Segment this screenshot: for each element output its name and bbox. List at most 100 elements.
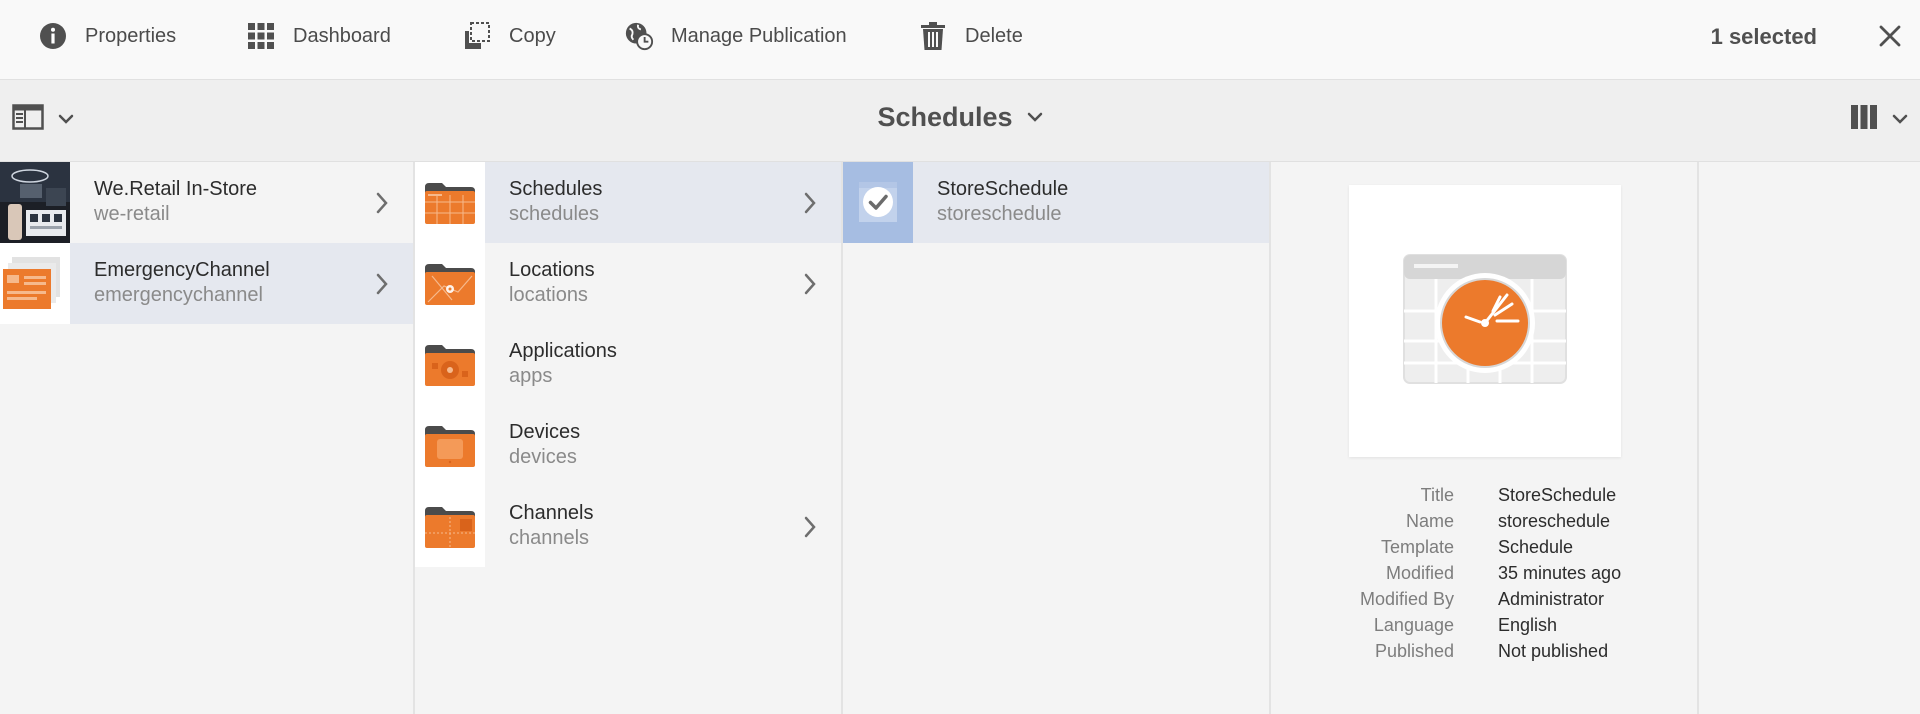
metadata-value: English	[1498, 615, 1558, 635]
list-item[interactable]: Devices devices	[415, 405, 841, 486]
copy-button[interactable]: Copy	[462, 16, 556, 56]
item-title: StoreSchedule	[937, 178, 1069, 200]
delete-label: Delete	[965, 24, 1023, 47]
metadata-value: StoreSchedule	[1498, 485, 1617, 505]
locations-folder-icon	[415, 243, 485, 324]
chevron-right-icon[interactable]	[801, 270, 819, 298]
metadata-key: Published	[1374, 641, 1454, 661]
project-thumbnail	[0, 243, 70, 324]
properties-button[interactable]: Properties	[38, 16, 176, 56]
item-title: Schedules	[509, 178, 603, 200]
close-icon	[1878, 24, 1902, 53]
manage-publication-button[interactable]: Manage Publication	[624, 16, 847, 56]
list-item[interactable]: Schedules schedules	[415, 162, 841, 243]
schedule-icon	[1403, 254, 1567, 384]
item-name: locations	[509, 284, 588, 306]
empty-column	[1699, 162, 1920, 714]
globe-clock-icon	[624, 21, 654, 51]
selection-count: 1 selected	[1710, 24, 1817, 49]
title-area: Schedules	[0, 102, 1920, 133]
projects-column: We.Retail In-Store we-retail EmergencyCh…	[0, 162, 415, 714]
chevron-right-icon[interactable]	[373, 270, 391, 298]
metadata-key: Name	[1405, 511, 1454, 531]
metadata-key: Template	[1380, 537, 1454, 557]
copy-icon	[462, 21, 492, 51]
grid-icon	[246, 21, 276, 51]
metadata-value: Schedule	[1498, 537, 1574, 557]
metadata-key: Modified By	[1359, 589, 1454, 609]
delete-button[interactable]: Delete	[918, 16, 1023, 56]
metadata-value: 35 minutes ago	[1498, 563, 1622, 583]
channels-folder-icon	[415, 486, 485, 567]
metadata-value: Not published	[1498, 641, 1609, 661]
item-title: EmergencyChannel	[94, 259, 270, 281]
title-bar: Schedules	[0, 80, 1920, 162]
item-title: We.Retail In-Store	[94, 178, 258, 200]
trash-icon	[918, 21, 948, 51]
item-name: channels	[509, 527, 590, 549]
chevron-down-icon	[1892, 111, 1908, 129]
view-switcher-button[interactable]	[1850, 104, 1908, 135]
metadata-row: Published Not published	[1271, 638, 1699, 664]
item-name: storeschedule	[937, 203, 1062, 225]
preview-thumbnail	[1349, 185, 1621, 457]
action-bar: Properties Dashboard Copy Manage Publica…	[0, 0, 1920, 80]
metadata-row: Language English	[1271, 612, 1699, 638]
list-item-text: We.Retail In-Store we-retail	[94, 177, 257, 227]
item-name: devices	[509, 446, 577, 468]
list-item[interactable]: Channels channels	[415, 486, 841, 567]
selection-checkbox[interactable]	[843, 162, 913, 243]
chevron-right-icon[interactable]	[801, 189, 819, 217]
info-icon	[38, 21, 68, 51]
list-item-text: Channels channels	[509, 501, 594, 551]
item-title: Channels	[509, 502, 594, 524]
metadata-value: storeschedule	[1498, 511, 1611, 531]
dashboard-button[interactable]: Dashboard	[246, 16, 391, 56]
item-title: Applications	[509, 340, 617, 362]
list-item[interactable]: Applications apps	[415, 324, 841, 405]
dashboard-label: Dashboard	[293, 24, 391, 47]
list-item-text: EmergencyChannel emergencychannel	[94, 258, 270, 308]
list-item[interactable]: StoreSchedule storeschedule	[843, 162, 1269, 243]
column-view-icon	[1850, 104, 1878, 135]
item-name: emergencychannel	[94, 284, 263, 306]
metadata-key: Title	[1420, 485, 1454, 505]
page-title: Schedules	[877, 102, 1013, 132]
properties-label: Properties	[85, 24, 177, 47]
copy-label: Copy	[509, 24, 556, 47]
schedules-column: StoreSchedule storeschedule	[843, 162, 1271, 714]
manage-publication-label: Manage Publication	[671, 24, 847, 47]
item-title: Devices	[509, 421, 581, 443]
metadata-row: Template Schedule	[1271, 534, 1699, 560]
list-item-text: StoreSchedule storeschedule	[937, 177, 1068, 227]
metadata-key: Modified	[1385, 563, 1454, 583]
title-dropdown[interactable]: Schedules	[877, 102, 1042, 133]
item-name: apps	[509, 365, 553, 387]
chevron-right-icon[interactable]	[801, 513, 819, 541]
list-item-text: Locations locations	[509, 258, 595, 308]
list-item[interactable]: We.Retail In-Store we-retail	[0, 162, 413, 243]
metadata-value: Administrator	[1498, 589, 1605, 609]
metadata-list: Title StoreSchedule Name storeschedule T…	[1271, 482, 1699, 664]
item-name: schedules	[509, 203, 600, 225]
project-thumbnail	[0, 162, 70, 243]
item-name: we-retail	[94, 203, 170, 225]
chevron-down-icon	[1027, 109, 1043, 127]
list-item-text: Devices devices	[509, 420, 580, 470]
metadata-key: Language	[1373, 615, 1454, 635]
list-item[interactable]: Locations locations	[415, 243, 841, 324]
folders-column: Schedules schedules Locations locations	[415, 162, 843, 714]
metadata-row: Title StoreSchedule	[1271, 482, 1699, 508]
close-selection-button[interactable]	[1874, 22, 1906, 54]
metadata-row: Modified 35 minutes ago	[1271, 560, 1699, 586]
list-item-text: Schedules schedules	[509, 177, 602, 227]
metadata-row: Name storeschedule	[1271, 508, 1699, 534]
item-title: Locations	[509, 259, 595, 281]
metadata-row: Modified By Administrator	[1271, 586, 1699, 612]
list-item[interactable]: EmergencyChannel emergencychannel	[0, 243, 413, 324]
schedules-folder-icon	[415, 162, 485, 243]
list-item-text: Applications apps	[509, 339, 617, 389]
devices-folder-icon	[415, 405, 485, 486]
applications-folder-icon	[415, 324, 485, 405]
chevron-right-icon[interactable]	[373, 189, 391, 217]
